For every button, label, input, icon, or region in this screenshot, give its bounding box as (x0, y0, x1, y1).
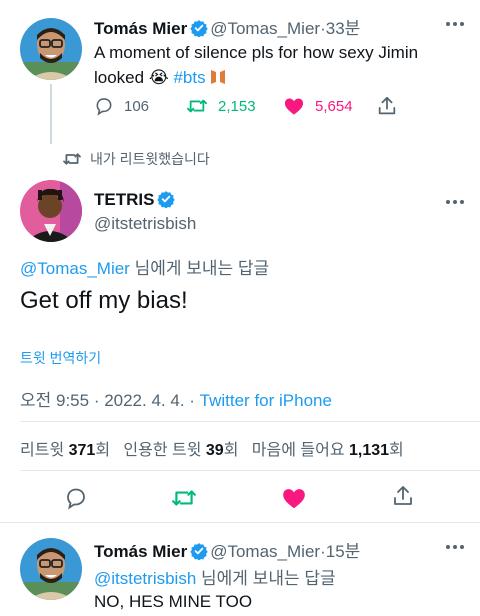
tweet1-retweet-button[interactable]: 2,153 (186, 96, 256, 116)
main-like-button[interactable] (281, 486, 307, 510)
tweet1-header: Tomás Mier @Tomas_Mier·33분 (94, 14, 360, 39)
main-author-name[interactable]: TETRIS (94, 190, 154, 209)
tweet1-like-button[interactable]: 5,654 (283, 96, 353, 116)
tweet-source[interactable]: Twitter for iPhone (200, 391, 332, 410)
divider (20, 421, 480, 422)
thread-line (50, 84, 52, 144)
tweet3-author-name[interactable]: Tomás Mier (94, 542, 187, 561)
tweet3-handle[interactable]: @Tomas_Mier (210, 542, 320, 561)
avatar-tomas[interactable] (20, 538, 82, 600)
main-tweet-more-icon[interactable] (446, 200, 464, 204)
main-timestamp-row: 오전 9:55 · 2022. 4. 4. · Twitter for iPho… (20, 386, 332, 411)
tweet1-time[interactable]: 33분 (326, 19, 361, 38)
tweet3-more-icon[interactable] (446, 545, 464, 549)
divider (0, 522, 480, 523)
retweet-notice-text: 내가 리트윗했습니다 (90, 151, 210, 167)
tweet3-reply-to-suffix: 님에게 보내는 답글 (201, 569, 336, 588)
main-timestamp[interactable]: 오전 9:55 · 2022. 4. 4. · (20, 391, 200, 410)
main-reply-button[interactable] (64, 486, 88, 510)
main-tweet-author: TETRIS (94, 190, 177, 210)
avatar-tomas[interactable] (20, 18, 82, 80)
main-tweet-text: Get off my bias! (20, 287, 188, 314)
tweet1-author-name[interactable]: Tomás Mier (94, 19, 187, 38)
bts-logo-icon (211, 70, 226, 84)
verified-badge-icon (190, 543, 208, 560)
tweet1-text: A moment of silence pls for how sexy Jim… (94, 40, 454, 90)
stat-quotes[interactable]: 인용한 트윗 39회 (123, 442, 238, 459)
tweet1-reply-button[interactable]: 106 (94, 96, 149, 116)
main-stats-row: 리트윗 371회 인용한 트윗 39회 마음에 들어요 1,131회 (20, 436, 404, 460)
heart-filled-icon (283, 489, 305, 509)
main-reply-context: @Tomas_Mier 님에게 보내는 답글 (20, 254, 269, 279)
retweet-icon (172, 490, 196, 506)
main-share-button[interactable] (391, 484, 415, 508)
tweet1-more-icon[interactable] (446, 22, 464, 26)
share-icon (378, 96, 396, 115)
tweet3-reply-context: @itstetrisbish 님에게 보내는 답글 (94, 564, 336, 589)
verified-badge-icon (157, 191, 176, 208)
stat-retweets[interactable]: 리트윗 371회 (20, 442, 110, 459)
reply-icon (67, 488, 85, 510)
heart-filled-icon (284, 98, 304, 115)
reply-to-handle[interactable]: @Tomas_Mier (20, 259, 130, 278)
translate-link[interactable]: 트윗 번역하기 (20, 348, 101, 368)
main-author-handle[interactable]: @itstetrisbish (94, 214, 196, 234)
avatar-tetris[interactable] (20, 180, 82, 242)
tweet1-share-button[interactable] (376, 95, 398, 117)
tweet3-text: NO, HES MINE TOO (94, 592, 253, 611)
divider (20, 470, 480, 471)
reply-to-suffix: 님에게 보내는 답글 (134, 259, 270, 278)
retweet-small-icon (63, 153, 81, 165)
tweet3-header: Tomás Mier @Tomas_Mier·15분 (94, 537, 360, 562)
retweet-notice: 내가 리트윗했습니다 (62, 149, 210, 169)
tweet1-like-count: 5,654 (315, 97, 353, 115)
share-icon (394, 486, 412, 505)
reply-icon (96, 98, 112, 116)
crying-emoji: 😭 (148, 68, 169, 87)
hashtag-bts[interactable]: #bts (173, 68, 205, 87)
verified-badge-icon (190, 20, 208, 37)
main-retweet-button[interactable] (171, 486, 197, 510)
stat-likes[interactable]: 마음에 들어요 1,131회 (252, 442, 404, 459)
retweet-icon (187, 99, 207, 113)
tweet1-retweet-count: 2,153 (218, 97, 256, 115)
tweet1-reply-count: 106 (124, 97, 150, 115)
tweet1-handle[interactable]: @Tomas_Mier (210, 19, 320, 38)
tweet3-time[interactable]: 15분 (326, 542, 361, 561)
tweet1-text-main: A moment of silence pls for how sexy Jim… (94, 43, 419, 87)
tweet3-reply-to-handle[interactable]: @itstetrisbish (94, 569, 196, 588)
